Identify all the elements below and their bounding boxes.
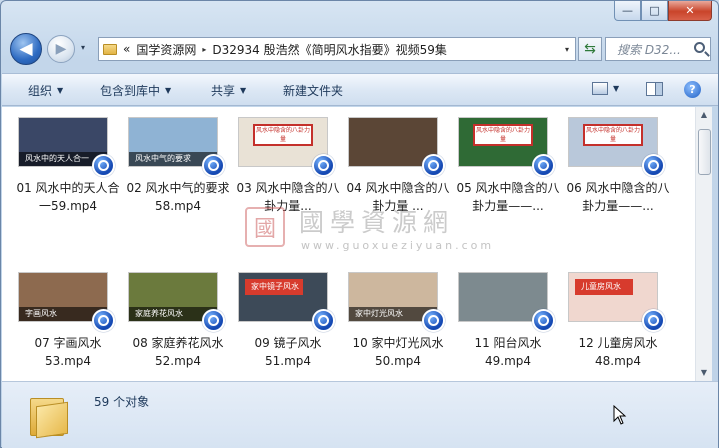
file-name: 12 儿童房风水48.mp4 [578,336,658,368]
thumbnail-caption: 风水中隐含的八卦力量 [473,124,533,146]
refresh-button[interactable]: ⇆ [578,37,602,61]
video-file-icon [312,154,335,177]
file-name: 02 风水中气的要求58.mp4 [126,181,230,213]
folder-icon [103,43,117,55]
file-name: 08 家庭养花风水52.mp4 [132,336,224,368]
folder-icon [30,390,70,439]
address-overflow[interactable]: « [123,42,130,56]
back-arrow-icon: ◀ [19,39,33,59]
change-view-icon[interactable] [592,82,608,95]
share-menu[interactable]: 共享 ▼ [211,82,246,99]
scroll-thumb[interactable] [698,129,711,175]
scroll-up-icon[interactable]: ▲ [696,107,712,123]
video-file-icon [422,309,445,332]
forward-button[interactable]: ▶ [47,35,75,63]
view-options-dropdown[interactable]: ▼ [613,84,619,93]
video-file-icon [92,154,115,177]
video-file-icon [202,309,225,332]
organize-menu[interactable]: 组织 ▼ [28,82,63,99]
details-pane: 59 个对象 [2,381,718,448]
new-folder-label: 新建文件夹 [283,84,344,98]
explorer-window: — □ ✕ ◀ ▶ ▾ « 国学资源网 ▸ D32934 殷浩然《简明风水指要》… [0,0,719,448]
chevron-down-icon: ▼ [57,86,64,95]
file-name: 07 字画风水53.mp4 [34,336,102,368]
scroll-down-icon[interactable]: ▼ [696,365,712,381]
chevron-down-icon: ▼ [240,86,247,95]
maximize-button[interactable]: □ [641,1,668,21]
thumbnail-caption: 风水中隐含的八卦力量 [253,124,313,146]
breadcrumb-separator-icon[interactable]: ▸ [202,45,206,54]
mouse-cursor-icon [613,405,627,425]
back-button[interactable]: ◀ [10,33,42,65]
organize-label: 组织 [28,84,53,98]
breadcrumb-root[interactable]: 国学资源网 [136,41,196,58]
help-icon[interactable]: ? [684,81,701,98]
thumbnail-caption: 风水中隐含的八卦力量 [583,124,643,146]
recent-pages-dropdown[interactable]: ▾ [81,43,85,52]
include-in-library-menu[interactable]: 包含到库中 ▼ [100,82,171,99]
file-name: 11 阳台风水49.mp4 [474,336,542,368]
file-name: 05 风水中隐含的八卦力量——... [456,181,560,213]
video-file-icon [642,154,665,177]
video-file-icon [202,154,225,177]
file-name: 04 风水中隐含的八卦力量 ... [346,181,450,213]
command-bar: 组织 ▼ 包含到库中 ▼ 共享 ▼ 新建文件夹 ▼ ? [2,73,718,106]
file-name: 03 风水中隐含的八卦力量... [236,181,340,213]
forward-arrow-icon: ▶ [55,41,67,57]
include-in-library-label: 包含到库中 [100,84,161,98]
search-input[interactable]: 搜索 D32... [605,37,711,61]
item-count: 59 个对象 [94,395,150,409]
address-dropdown-icon[interactable]: ▾ [559,45,575,54]
minimize-button[interactable]: — [614,1,641,21]
file-name: 06 风水中隐含的八卦力量——... [566,181,670,213]
search-placeholder: 搜索 D32... [617,42,681,57]
video-file-icon [532,309,555,332]
file-list[interactable]: 风水中的天人合一 01 风水中的天人合一59.mp4 风水中气的要求 02 风水中气的… [2,107,695,381]
file-name: 09 镜子风水51.mp4 [254,336,322,368]
vertical-scrollbar[interactable]: ▲ ▼ [695,107,712,381]
video-file-icon [312,309,335,332]
video-file-icon [642,309,665,332]
thumbnail-caption: 儿童房风水 [575,279,633,295]
thumbnail-caption: 家中镜子风水 [245,279,303,295]
chevron-down-icon: ▼ [165,86,172,95]
video-file-icon [532,154,555,177]
caption-buttons: — □ ✕ [614,1,712,21]
new-folder-button[interactable]: 新建文件夹 [283,82,343,99]
file-name: 01 风水中的天人合一59.mp4 [16,181,120,213]
address-bar[interactable]: « 国学资源网 ▸ D32934 殷浩然《简明风水指要》视频59集 ▾ [98,37,576,61]
preview-pane-icon[interactable] [646,82,663,96]
breadcrumb-current[interactable]: D32934 殷浩然《简明风水指要》视频59集 [212,41,447,58]
search-icon[interactable] [694,42,705,53]
file-name: 10 家中灯光风水50.mp4 [352,336,444,368]
close-button[interactable]: ✕ [668,1,712,21]
share-label: 共享 [211,84,236,98]
video-file-icon [422,154,445,177]
refresh-icon: ⇆ [584,41,596,57]
video-file-icon [92,309,115,332]
